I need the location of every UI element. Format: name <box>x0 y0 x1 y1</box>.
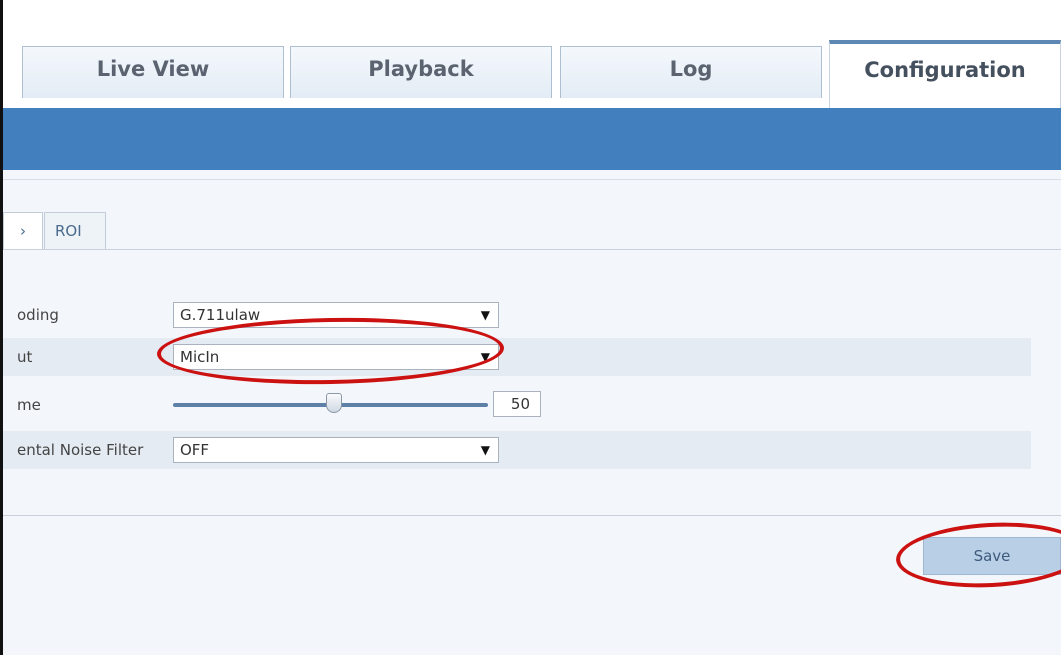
chevron-down-icon: ▼ <box>480 308 490 322</box>
app-frame: Live View Playback Log Configuration › R… <box>0 0 1061 655</box>
header-underline <box>3 170 1061 180</box>
form-divider <box>3 515 1061 516</box>
audio-encoding-value: G.711ulaw <box>180 306 261 324</box>
tab-configuration[interactable]: Configuration <box>829 40 1061 108</box>
subtab-roi[interactable]: ROI <box>44 212 106 250</box>
volume-value-field[interactable]: 50 <box>493 391 541 417</box>
noise-filter-value: OFF <box>180 441 210 459</box>
volume-slider-handle[interactable] <box>326 393 342 413</box>
save-button[interactable]: Save <box>923 537 1061 575</box>
row-audio-input: ut MicIn ▼ <box>3 338 1031 376</box>
row-input-volume: me 50 <box>3 386 1031 424</box>
chevron-down-icon: ▼ <box>480 350 490 364</box>
tab-playback[interactable]: Playback <box>290 46 552 98</box>
audio-encoding-select[interactable]: G.711ulaw ▼ <box>173 302 499 328</box>
subtab-audio[interactable]: › <box>3 212 43 250</box>
chevron-down-icon: ▼ <box>480 443 490 457</box>
row-audio-encoding: oding G.711ulaw ▼ <box>3 296 1031 334</box>
row-noise-filter: ental Noise Filter OFF ▼ <box>3 431 1031 469</box>
audio-input-value: MicIn <box>180 348 220 366</box>
tab-log[interactable]: Log <box>560 46 822 98</box>
noise-filter-select[interactable]: OFF ▼ <box>173 437 499 463</box>
noise-filter-label: ental Noise Filter <box>17 441 144 459</box>
subtab-divider <box>3 249 1061 250</box>
tab-live-view[interactable]: Live View <box>22 46 284 98</box>
input-volume-label: me <box>17 396 41 414</box>
audio-encoding-label: oding <box>17 306 59 324</box>
header-bar <box>3 108 1061 170</box>
audio-input-label: ut <box>17 348 33 366</box>
audio-input-select[interactable]: MicIn ▼ <box>173 344 499 370</box>
